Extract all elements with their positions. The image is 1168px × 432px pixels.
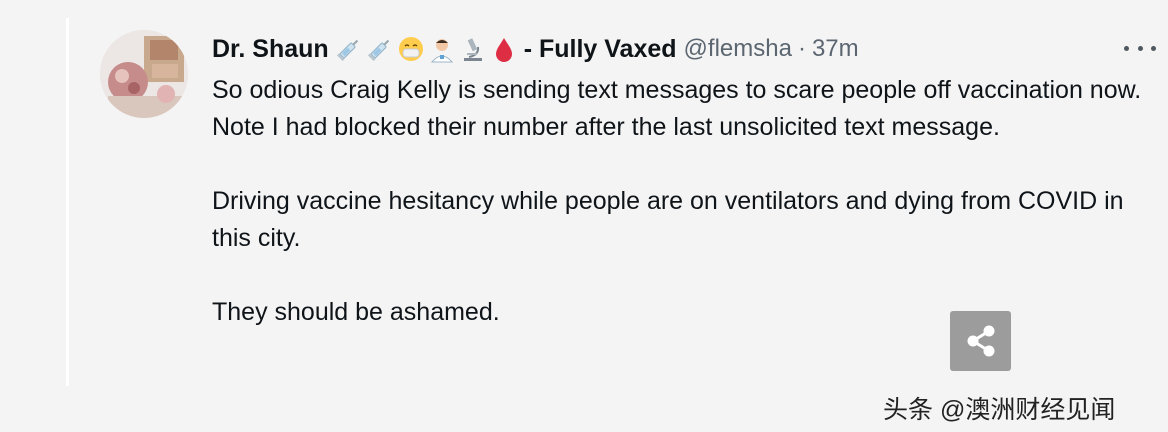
avatar-image (100, 30, 188, 118)
blood-drop-icon (495, 38, 512, 62)
microscope-icon (463, 38, 482, 61)
tweet-paragraph: So odious Craig Kelly is sending text me… (212, 76, 1142, 141)
health-worker-icon (430, 39, 453, 63)
tweet-header: Dr. Shaun - Fully Vaxed @flemsha · 37m (212, 32, 859, 66)
share-icon (967, 325, 994, 357)
more-dot (1151, 45, 1156, 51)
watermark: 头条 @澳洲财经见闻 (883, 396, 1116, 424)
tweet-card: Dr. Shaun - Fully Vaxed @flemsha · 37m S… (0, 0, 1168, 432)
more-options-icon[interactable] (1124, 36, 1156, 60)
header-separator: · (797, 35, 806, 62)
mask-face-icon (398, 37, 423, 61)
author-name[interactable]: Dr. Shaun (212, 35, 329, 64)
author-name-suffix[interactable]: - Fully Vaxed (524, 35, 677, 64)
author-handle[interactable]: @flemsha (684, 35, 792, 63)
author-emojis (335, 35, 518, 63)
syringe-icon (336, 39, 358, 62)
more-dot (1124, 45, 1129, 51)
tweet-timestamp[interactable]: 37m (812, 35, 859, 63)
share-button[interactable] (950, 311, 1011, 371)
more-dot (1137, 45, 1143, 51)
tweet-text: So odious Craig Kelly is sending text me… (212, 72, 1142, 331)
syringe-icon (367, 39, 389, 62)
avatar[interactable] (100, 30, 188, 118)
tweet-paragraph: Driving vaccine hesitancy while people a… (212, 187, 1124, 252)
thread-divider (66, 18, 69, 386)
